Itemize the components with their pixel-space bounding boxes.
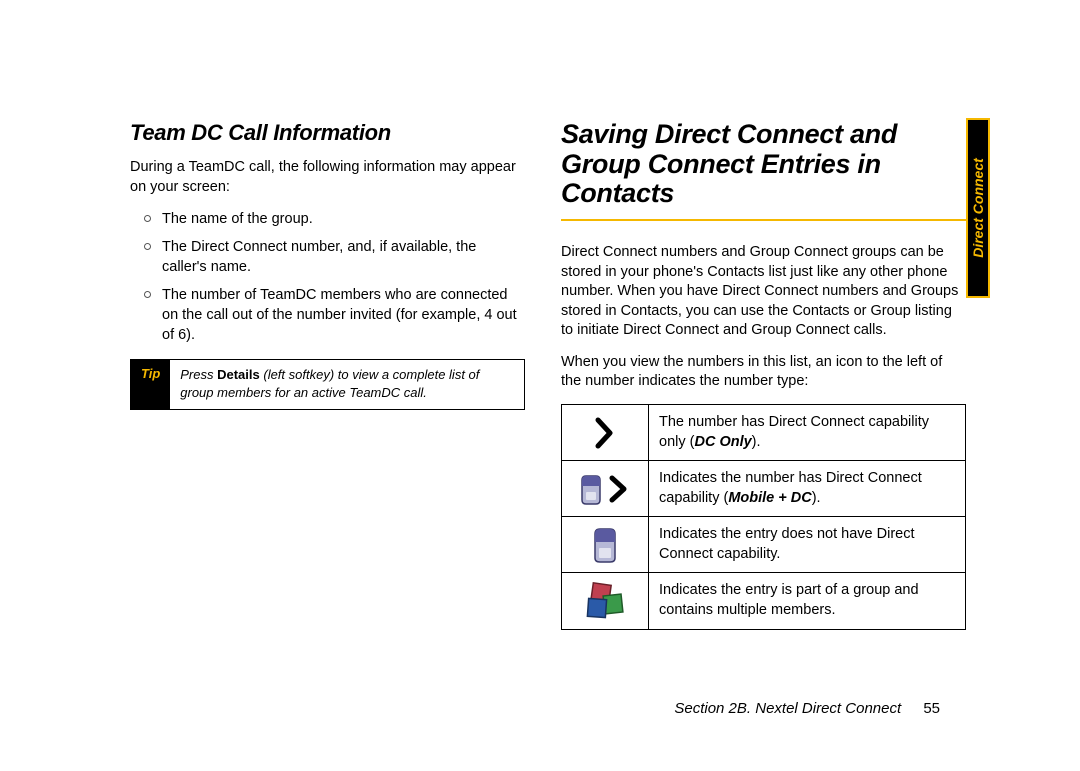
desc-em: DC Only: [694, 434, 751, 450]
desc-post: ).: [812, 490, 821, 506]
tip-bold: Details: [217, 367, 260, 382]
desc-post: ).: [752, 434, 761, 450]
page: Direct Connect Team DC Call Information …: [0, 0, 1080, 771]
left-column: Team DC Call Information During a TeamDC…: [130, 120, 525, 630]
footer-section: Section 2B. Nextel Direct Connect: [674, 700, 901, 717]
page-footer: Section 2B. Nextel Direct Connect 55: [674, 700, 940, 717]
table-row: Indicates the entry does not have Direct…: [562, 517, 966, 573]
left-heading: Team DC Call Information: [130, 120, 525, 146]
chevron-icon: [588, 416, 622, 450]
icon-desc: The number has Direct Connect capability…: [649, 405, 966, 461]
icon-group: [562, 573, 649, 629]
group-squares-icon: [584, 581, 626, 621]
bullet-list: The name of the group. The Direct Connec…: [130, 209, 525, 345]
list-item: The Direct Connect number, and, if avail…: [148, 237, 525, 277]
right-para2: When you view the numbers in this list, …: [561, 353, 966, 392]
icon-dc-only: [562, 405, 649, 461]
icon-no-dc: [562, 517, 649, 573]
right-para1: Direct Connect numbers and Group Connect…: [561, 243, 966, 341]
tip-label: Tip: [131, 360, 170, 409]
icon-table: The number has Direct Connect capability…: [561, 404, 966, 630]
desc-text: Indicates the entry is part of a group a…: [659, 582, 919, 618]
tip-text-prefix: Press: [180, 367, 217, 382]
icon-mobile-dc: [562, 461, 649, 517]
table-row: Indicates the number has Direct Connect …: [562, 461, 966, 517]
right-heading: Saving Direct Connect and Group Connect …: [561, 120, 966, 209]
side-tab: Direct Connect: [966, 118, 990, 298]
tip-box: Tip Press Details (left softkey) to view…: [130, 359, 525, 410]
icon-desc: Indicates the entry does not have Direct…: [649, 517, 966, 573]
right-column: Saving Direct Connect and Group Connect …: [561, 120, 966, 630]
phone-chevron-icon: [576, 472, 634, 506]
phone-icon: [590, 526, 620, 564]
desc-text: Indicates the entry does not have Direct…: [659, 526, 915, 562]
tip-body: Press Details (left softkey) to view a c…: [170, 360, 524, 409]
footer-page-number: 55: [923, 700, 940, 717]
columns: Team DC Call Information During a TeamDC…: [130, 120, 955, 630]
desc-em: Mobile + DC: [728, 490, 811, 506]
icon-desc: Indicates the number has Direct Connect …: [649, 461, 966, 517]
table-row: Indicates the entry is part of a group a…: [562, 573, 966, 629]
list-item: The name of the group.: [148, 209, 525, 229]
list-item: The number of TeamDC members who are con…: [148, 285, 525, 345]
side-tab-label: Direct Connect: [970, 158, 986, 258]
table-row: The number has Direct Connect capability…: [562, 405, 966, 461]
icon-desc: Indicates the entry is part of a group a…: [649, 573, 966, 629]
heading-rule: [561, 219, 966, 221]
left-intro: During a TeamDC call, the following info…: [130, 158, 525, 197]
